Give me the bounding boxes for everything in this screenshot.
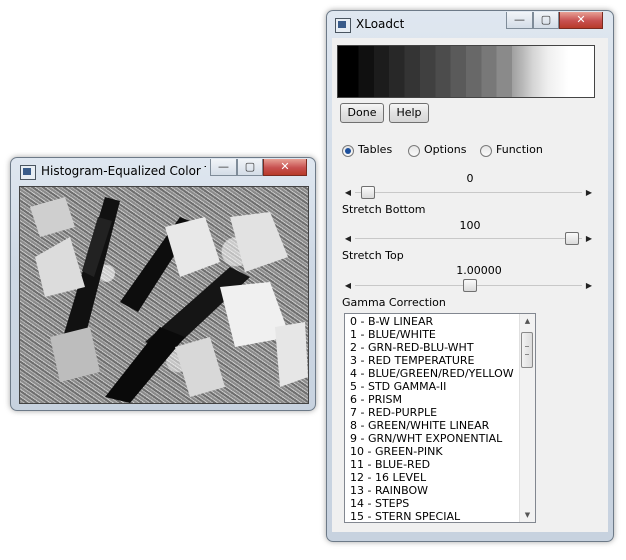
list-item[interactable]: 7 - RED-PURPLE	[350, 406, 514, 419]
radio-options-label: Options	[424, 143, 467, 156]
radio-function-indicator[interactable]	[480, 145, 492, 157]
slider-right-arrow-icon[interactable]: ▶	[584, 186, 594, 200]
list-item[interactable]: 10 - GREEN-PINK	[350, 445, 514, 458]
minimize-button[interactable]: —	[506, 12, 533, 29]
scroll-down-arrow-icon[interactable]: ▼	[520, 508, 535, 522]
maximize-button[interactable]: ▢	[237, 159, 263, 176]
radio-function-label: Function	[496, 143, 543, 156]
xloadct-window-title: XLoadct	[356, 17, 405, 31]
list-item[interactable]: 11 - BLUE-RED	[350, 458, 514, 471]
window-app-icon	[20, 165, 36, 180]
color-table-bar	[337, 45, 595, 98]
slider-track[interactable]	[355, 238, 582, 239]
list-item[interactable]: 1 - BLUE/WHITE	[350, 328, 514, 341]
stretch-top-value: 100	[459, 219, 481, 232]
slider-thumb[interactable]	[463, 279, 477, 292]
slider-thumb[interactable]	[361, 186, 375, 199]
stretch-bottom-value: 0	[466, 172, 474, 185]
window-app-icon	[335, 18, 351, 33]
help-button[interactable]: Help	[389, 103, 429, 123]
close-button[interactable]: ✕	[559, 12, 603, 29]
image-shapes	[30, 197, 308, 403]
scroll-up-arrow-icon[interactable]: ▲	[520, 314, 535, 328]
slider-right-arrow-icon[interactable]: ▶	[584, 232, 594, 246]
list-item[interactable]: 2 - GRN-RED-BLU-WHT	[350, 341, 514, 354]
list-item[interactable]: 8 - GREEN/WHITE LINEAR	[350, 419, 514, 432]
slider-track[interactable]	[355, 192, 582, 193]
radio-tables-label: Tables	[358, 143, 393, 156]
maximize-button[interactable]: ▢	[533, 12, 559, 29]
color-table-list[interactable]: 0 - B-W LINEAR 1 - BLUE/WHITE 2 - GRN-RE…	[344, 313, 536, 523]
list-item[interactable]: 4 - BLUE/GREEN/RED/YELLOW	[350, 367, 514, 380]
list-scrollbar[interactable]: ▲ ▼	[519, 314, 535, 522]
close-button[interactable]: ✕	[263, 159, 307, 176]
slider-left-arrow-icon[interactable]: ◀	[343, 186, 353, 200]
gamma-label: Gamma Correction	[342, 296, 446, 309]
list-item[interactable]: 3 - RED TEMPERATURE	[350, 354, 514, 367]
list-item[interactable]: 15 - STERN SPECIAL	[350, 510, 514, 522]
radio-tables-indicator[interactable]	[342, 145, 354, 157]
histogram-equalized-image	[19, 186, 309, 404]
slider-thumb[interactable]	[565, 232, 579, 245]
scroll-thumb[interactable]	[521, 332, 533, 368]
gamma-slider[interactable]: ◀ ▶	[343, 279, 594, 293]
color-table-items: 0 - B-W LINEAR 1 - BLUE/WHITE 2 - GRN-RE…	[350, 315, 514, 522]
stretch-top-slider[interactable]: ◀ ▶	[343, 232, 594, 246]
minimize-button[interactable]: —	[210, 159, 237, 176]
list-item[interactable]: 5 - STD GAMMA-II	[350, 380, 514, 393]
list-item[interactable]: 12 - 16 LEVEL	[350, 471, 514, 484]
histogram-window-title: Histogram-Equalized Color T...	[41, 164, 206, 178]
radio-options[interactable]: Options	[408, 143, 474, 159]
list-item[interactable]: 14 - STEPS	[350, 497, 514, 510]
radio-tables[interactable]: Tables	[342, 143, 402, 159]
xloadct-titlebar[interactable]: XLoadct — ▢ ✕	[327, 11, 613, 39]
stretch-bottom-slider[interactable]: ◀ ▶	[343, 186, 594, 200]
radio-options-indicator[interactable]	[408, 145, 420, 157]
gamma-value: 1.00000	[456, 264, 502, 277]
slider-left-arrow-icon[interactable]: ◀	[343, 279, 353, 293]
radio-function[interactable]: Function	[480, 143, 550, 159]
histogram-titlebar[interactable]: Histogram-Equalized Color T... — ▢ ✕	[11, 158, 315, 186]
slider-right-arrow-icon[interactable]: ▶	[584, 279, 594, 293]
stretch-bottom-label: Stretch Bottom	[342, 203, 426, 216]
list-item[interactable]: 6 - PRISM	[350, 393, 514, 406]
done-button[interactable]: Done	[340, 103, 384, 123]
list-item[interactable]: 9 - GRN/WHT EXPONENTIAL	[350, 432, 514, 445]
list-item[interactable]: 13 - RAINBOW	[350, 484, 514, 497]
stretch-top-label: Stretch Top	[342, 249, 404, 262]
list-item[interactable]: 0 - B-W LINEAR	[350, 315, 514, 328]
slider-left-arrow-icon[interactable]: ◀	[343, 232, 353, 246]
